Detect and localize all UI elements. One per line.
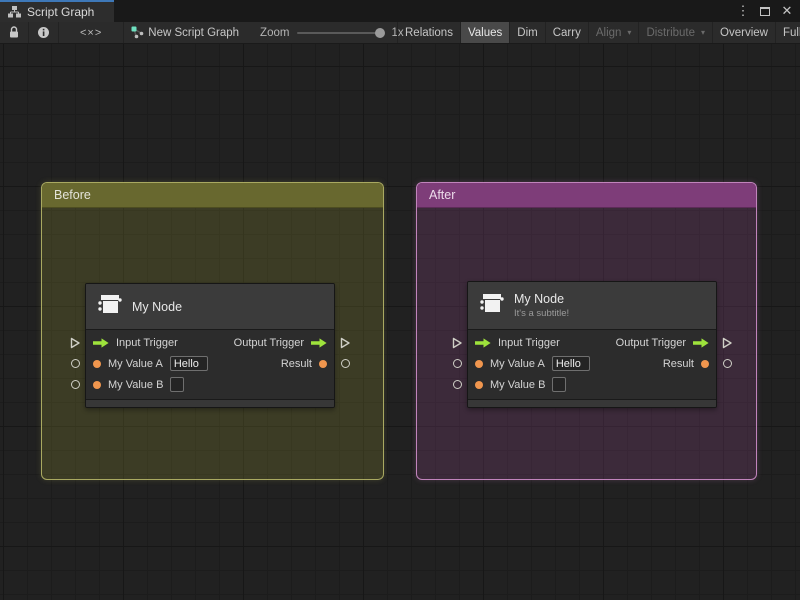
tab-label: Script Graph [27, 5, 95, 19]
dropdown-arrow-icon: ▾ [627, 28, 632, 37]
value-output-port-icon[interactable] [701, 359, 709, 368]
info-icon[interactable] [29, 22, 58, 43]
unit-icon [478, 290, 505, 322]
flow-input-port-icon[interactable] [475, 337, 491, 348]
node-footer [86, 399, 334, 407]
value-output-connector-icon[interactable] [340, 353, 350, 374]
port-row-value-a: My Value A Result [468, 353, 716, 374]
my-value-b-input[interactable] [552, 377, 567, 392]
graph-hierarchy-icon [8, 6, 21, 18]
value-input-connector-icon[interactable] [452, 353, 462, 374]
group-before-header[interactable]: Before [42, 183, 383, 208]
flow-input-connector-icon[interactable] [451, 332, 463, 353]
flow-input-connector-icon[interactable] [69, 332, 81, 353]
node-title: My Node [132, 299, 183, 314]
toolbar-button-distribute[interactable]: Distribute ▾ [639, 22, 712, 43]
port-label-my-value-a: My Value A [108, 357, 163, 370]
port-label-result: Result [662, 357, 694, 370]
maximize-icon[interactable] [756, 2, 774, 20]
node-header[interactable]: My Node It's a subtitle! [468, 282, 716, 330]
zoom-label: Zoom [260, 26, 290, 39]
graph-breadcrumb-button[interactable]: New Script Graph [124, 22, 246, 43]
value-input-port-icon[interactable] [93, 359, 101, 368]
unit-icon [96, 291, 123, 323]
node-footer [468, 399, 716, 407]
value-input-connector-icon[interactable] [70, 353, 80, 374]
port-row-trigger: Input Trigger Output Trigger [86, 332, 334, 353]
port-label-my-value-a: My Value A [490, 357, 545, 370]
external-output-ports [721, 332, 733, 374]
zoom-slider-knob[interactable] [375, 27, 386, 38]
flow-output-port-icon[interactable] [311, 337, 327, 348]
port-label-output-trigger: Output Trigger [615, 336, 686, 349]
node-header[interactable]: My Node [86, 284, 334, 330]
port-row-value-b: My Value B [86, 374, 334, 395]
port-label-output-trigger: Output Trigger [233, 336, 304, 349]
node-subtitle: It's a subtitle! [514, 308, 570, 319]
value-output-port-icon[interactable] [319, 359, 327, 368]
graph-toolbar: <×> New Script Graph Zoom Relations Valu… [0, 22, 800, 44]
lock-icon[interactable] [0, 22, 28, 43]
flow-output-port-icon[interactable] [693, 337, 709, 348]
node-my-node-before[interactable]: My Node Input Trigger Output Trigger My … [70, 283, 350, 408]
port-label-my-value-b: My Value B [490, 378, 546, 391]
port-label-input-trigger: Input Trigger [498, 336, 560, 349]
flow-input-port-icon[interactable] [93, 337, 109, 348]
toolbar-button-full-screen[interactable]: Full Screen [776, 22, 800, 43]
my-value-a-input[interactable] [551, 356, 590, 371]
external-output-ports [339, 332, 351, 374]
toolbar-button-align[interactable]: Align ▾ [589, 22, 639, 43]
value-input-port-icon[interactable] [475, 359, 483, 368]
node-title: My Node [514, 292, 565, 306]
graph-name-label: New Script Graph [148, 26, 240, 39]
tab-script-graph[interactable]: Script Graph [0, 0, 114, 22]
toolbar-button-carry[interactable]: Carry [546, 22, 588, 43]
port-row-value-b: My Value B [468, 374, 716, 395]
graph-canvas[interactable]: Before After My Node Input Trigger Outpu… [0, 44, 800, 600]
value-input-port-icon[interactable] [93, 380, 101, 389]
graph-nodes-icon [131, 26, 144, 39]
toolbar-button-values[interactable]: Values [460, 22, 510, 43]
group-title: Before [54, 188, 91, 202]
value-input-connector-icon[interactable] [70, 374, 80, 395]
dropdown-arrow-icon: ▾ [701, 28, 706, 37]
zoom-slider[interactable] [297, 27, 386, 38]
flow-output-connector-icon[interactable] [339, 332, 351, 353]
window-menu-icon[interactable]: ⋮ [734, 2, 752, 20]
flow-output-connector-icon[interactable] [721, 332, 733, 353]
group-title: After [429, 188, 456, 202]
tab-bar: Script Graph ⋮ ✕ [0, 0, 800, 22]
toolbar-button-relations[interactable]: Relations [398, 22, 460, 43]
group-after-header[interactable]: After [417, 183, 756, 208]
value-input-port-icon[interactable] [475, 380, 483, 389]
toolbar-button-dim[interactable]: Dim [510, 22, 544, 43]
edit-source-icon[interactable]: <×> [59, 22, 123, 43]
port-row-value-a: My Value A Result [86, 353, 334, 374]
script-graph-window: Script Graph ⋮ ✕ <×> New Script Graph Zo… [0, 0, 800, 600]
external-input-ports [451, 332, 463, 395]
my-value-b-input[interactable] [170, 377, 185, 392]
node-my-node-after[interactable]: My Node It's a subtitle! Input Trigger O… [452, 281, 732, 408]
port-row-trigger: Input Trigger Output Trigger [468, 332, 716, 353]
port-label-result: Result [280, 357, 312, 370]
port-label-input-trigger: Input Trigger [116, 336, 178, 349]
window-controls: ⋮ ✕ [734, 0, 796, 22]
my-value-a-input[interactable] [169, 356, 208, 371]
port-label-my-value-b: My Value B [108, 378, 164, 391]
toolbar-button-overview[interactable]: Overview [713, 22, 775, 43]
close-icon[interactable]: ✕ [778, 2, 796, 20]
zoom-control: Zoom 1x [260, 22, 404, 43]
external-input-ports [69, 332, 81, 395]
value-input-connector-icon[interactable] [452, 374, 462, 395]
value-output-connector-icon[interactable] [722, 353, 732, 374]
